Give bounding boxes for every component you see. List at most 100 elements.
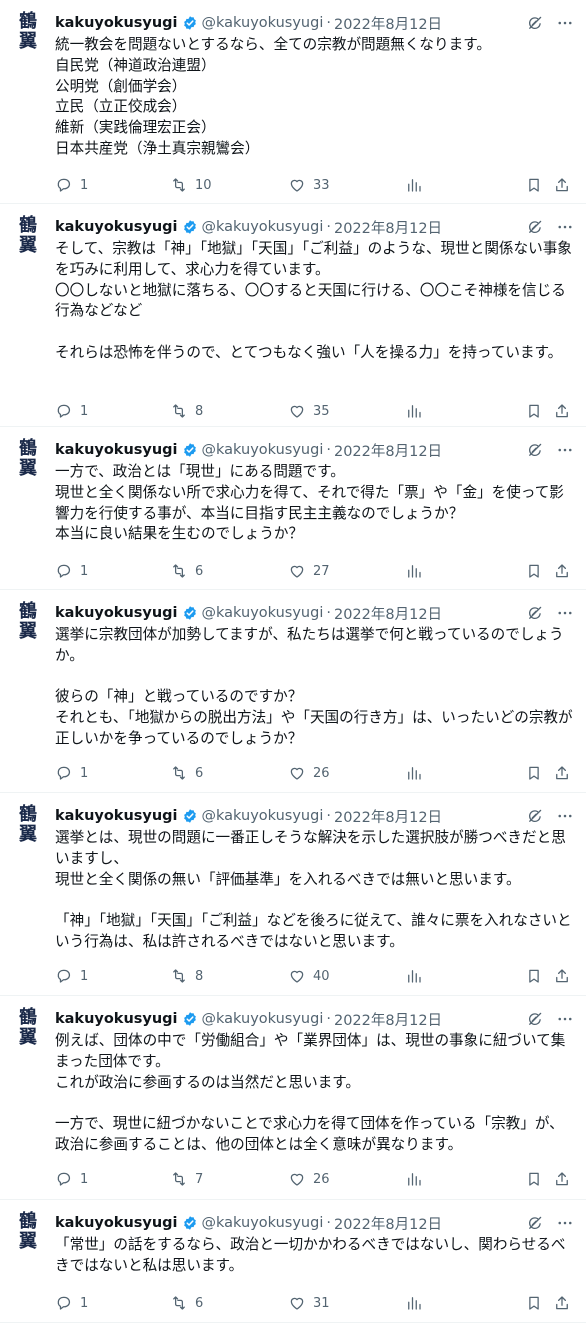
- retweet-button[interactable]: 7: [170, 1168, 203, 1190]
- avatar[interactable]: 鶴翼: [14, 805, 42, 845]
- views-button[interactable]: [405, 560, 423, 582]
- like-button[interactable]: 27: [288, 560, 330, 582]
- tweet[interactable]: 鶴翼 kakuyokusyugi @kakuyokusyugi · 2022年8…: [0, 0, 586, 204]
- bookmark-icon: [525, 1170, 543, 1188]
- views-button[interactable]: [405, 762, 423, 784]
- reply-button[interactable]: 1: [55, 965, 88, 987]
- share-button[interactable]: [553, 965, 571, 987]
- retweet-button[interactable]: 8: [170, 400, 203, 422]
- views-button[interactable]: [405, 1168, 423, 1190]
- user-name[interactable]: kakuyokusyugi: [55, 605, 178, 621]
- retweet-count: 6: [195, 765, 204, 781]
- more-icon[interactable]: [556, 604, 574, 622]
- tweet-date[interactable]: 2022年8月12日: [334, 440, 442, 461]
- tweet-date[interactable]: 2022年8月12日: [334, 806, 442, 827]
- user-handle[interactable]: @kakuyokusyugi: [202, 605, 324, 621]
- user-name[interactable]: kakuyokusyugi: [55, 1215, 178, 1231]
- bookmark-icon: [525, 562, 543, 580]
- like-button[interactable]: 40: [288, 965, 330, 987]
- reply-button[interactable]: 1: [55, 400, 88, 422]
- user-name[interactable]: kakuyokusyugi: [55, 808, 178, 824]
- bookmark-button[interactable]: [525, 174, 543, 196]
- share-button[interactable]: [553, 174, 571, 196]
- reply-button[interactable]: 1: [55, 762, 88, 784]
- retweet-count: 10: [195, 177, 212, 193]
- share-button[interactable]: [553, 400, 571, 422]
- views-button[interactable]: [405, 174, 423, 196]
- separator: ·: [326, 1011, 331, 1027]
- reply-button[interactable]: 1: [55, 560, 88, 582]
- more-icon[interactable]: [556, 441, 574, 459]
- grok-icon[interactable]: [526, 604, 544, 622]
- user-name[interactable]: kakuyokusyugi: [55, 1011, 178, 1027]
- tweet[interactable]: 鶴翼 kakuyokusyugi @kakuyokusyugi · 2022年8…: [0, 793, 586, 996]
- avatar[interactable]: 鶴翼: [14, 1008, 42, 1048]
- views-button[interactable]: [405, 965, 423, 987]
- more-icon[interactable]: [556, 1214, 574, 1232]
- bookmark-button[interactable]: [525, 560, 543, 582]
- bookmark-button[interactable]: [525, 965, 543, 987]
- avatar[interactable]: 鶴翼: [14, 602, 42, 642]
- avatar[interactable]: 鶴翼: [14, 1212, 42, 1252]
- grok-icon[interactable]: [526, 807, 544, 825]
- user-name[interactable]: kakuyokusyugi: [55, 219, 178, 235]
- retweet-button[interactable]: 6: [170, 762, 203, 784]
- tweet-date[interactable]: 2022年8月12日: [334, 13, 442, 34]
- tweet[interactable]: 鶴翼 kakuyokusyugi @kakuyokusyugi · 2022年8…: [0, 204, 586, 427]
- grok-icon[interactable]: [526, 14, 544, 32]
- user-handle[interactable]: @kakuyokusyugi: [202, 219, 324, 235]
- user-handle[interactable]: @kakuyokusyugi: [202, 442, 324, 458]
- tweet[interactable]: 鶴翼 kakuyokusyugi @kakuyokusyugi · 2022年8…: [0, 427, 586, 590]
- like-button[interactable]: 26: [288, 762, 330, 784]
- grok-icon[interactable]: [526, 218, 544, 236]
- bookmark-button[interactable]: [525, 1168, 543, 1190]
- retweet-button[interactable]: 6: [170, 1292, 203, 1314]
- retweet-button[interactable]: 8: [170, 965, 203, 987]
- views-icon: [405, 1294, 423, 1312]
- user-handle[interactable]: @kakuyokusyugi: [202, 1215, 324, 1231]
- like-button[interactable]: 31: [288, 1292, 330, 1314]
- user-handle[interactable]: @kakuyokusyugi: [202, 808, 324, 824]
- share-button[interactable]: [553, 762, 571, 784]
- grok-icon[interactable]: [526, 1214, 544, 1232]
- views-button[interactable]: [405, 400, 423, 422]
- share-button[interactable]: [553, 1292, 571, 1314]
- more-icon[interactable]: [556, 14, 574, 32]
- tweet-date[interactable]: 2022年8月12日: [334, 1213, 442, 1234]
- tweet-date[interactable]: 2022年8月12日: [334, 1009, 442, 1030]
- like-button[interactable]: 26: [288, 1168, 330, 1190]
- grok-icon[interactable]: [526, 441, 544, 459]
- more-icon[interactable]: [556, 807, 574, 825]
- user-name[interactable]: kakuyokusyugi: [55, 15, 178, 31]
- user-handle[interactable]: @kakuyokusyugi: [202, 15, 324, 31]
- user-name[interactable]: kakuyokusyugi: [55, 442, 178, 458]
- avatar-glyph: 鶴翼: [19, 11, 37, 52]
- bookmark-button[interactable]: [525, 1292, 543, 1314]
- share-button[interactable]: [553, 1168, 571, 1190]
- share-button[interactable]: [553, 560, 571, 582]
- avatar[interactable]: 鶴翼: [14, 439, 42, 479]
- tweet[interactable]: 鶴翼 kakuyokusyugi @kakuyokusyugi · 2022年8…: [0, 1200, 586, 1323]
- avatar[interactable]: 鶴翼: [14, 12, 42, 52]
- views-button[interactable]: [405, 1292, 423, 1314]
- tweet-date[interactable]: 2022年8月12日: [334, 603, 442, 624]
- avatar[interactable]: 鶴翼: [14, 216, 42, 256]
- retweet-button[interactable]: 10: [170, 174, 212, 196]
- more-icon[interactable]: [556, 1010, 574, 1028]
- bookmark-button[interactable]: [525, 762, 543, 784]
- like-button[interactable]: 35: [288, 400, 330, 422]
- retweet-button[interactable]: 6: [170, 560, 203, 582]
- tweet[interactable]: 鶴翼 kakuyokusyugi @kakuyokusyugi · 2022年8…: [0, 590, 586, 793]
- reply-button[interactable]: 1: [55, 174, 88, 196]
- bookmark-button[interactable]: [525, 400, 543, 422]
- user-handle[interactable]: @kakuyokusyugi: [202, 1011, 324, 1027]
- tweet-date[interactable]: 2022年8月12日: [334, 217, 442, 238]
- tweet[interactable]: 鶴翼 kakuyokusyugi @kakuyokusyugi · 2022年8…: [0, 996, 586, 1200]
- like-button[interactable]: 33: [288, 174, 330, 196]
- grok-icon[interactable]: [526, 1010, 544, 1028]
- more-icon[interactable]: [556, 218, 574, 236]
- reply-button[interactable]: 1: [55, 1292, 88, 1314]
- reply-button[interactable]: 1: [55, 1168, 88, 1190]
- like-count: 31: [313, 1295, 330, 1311]
- share-icon: [553, 1294, 571, 1312]
